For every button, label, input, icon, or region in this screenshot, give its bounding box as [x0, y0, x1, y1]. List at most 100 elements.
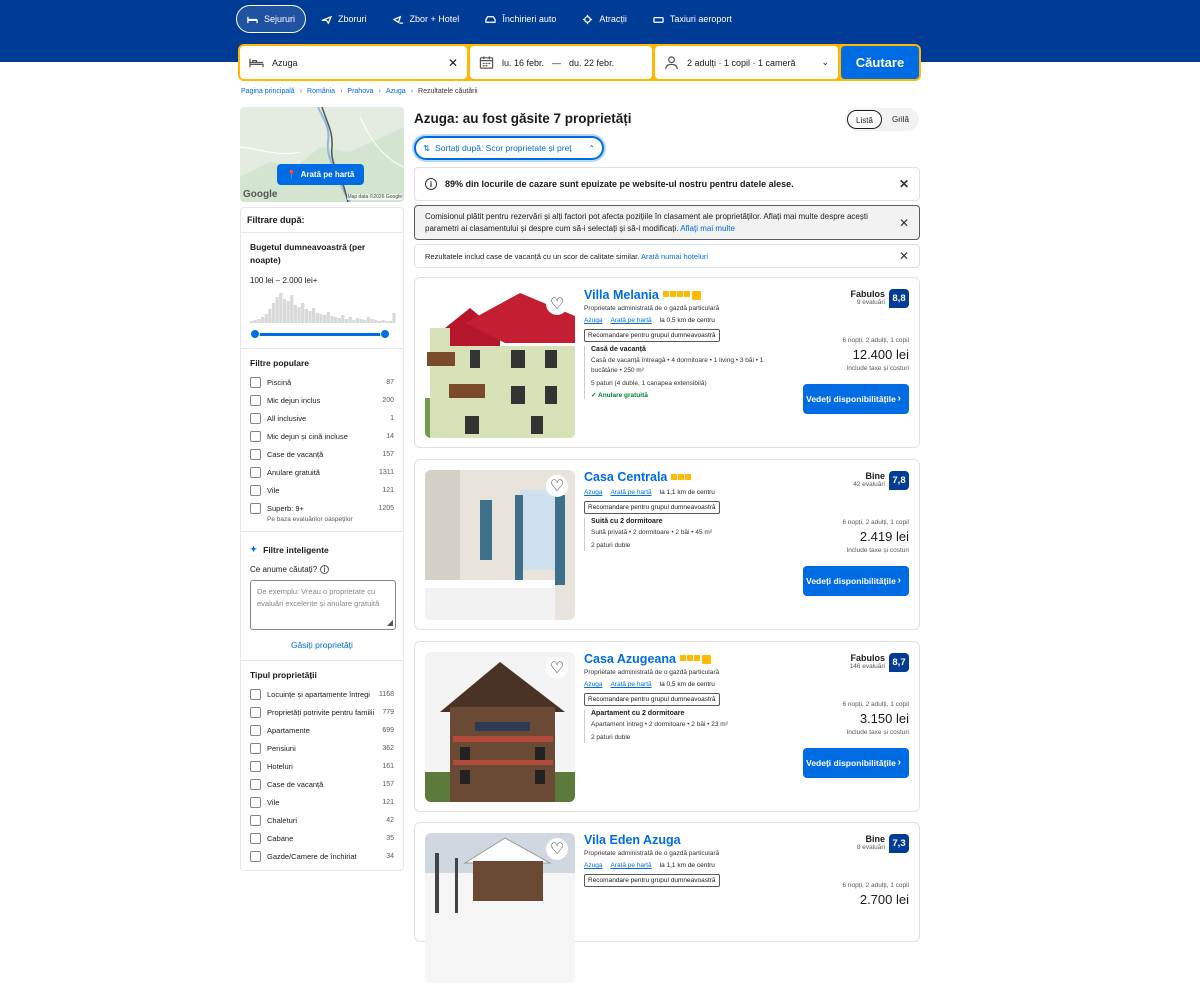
info-icon[interactable]: i — [320, 565, 330, 574]
show-on-map-link[interactable]: Arată pe hartă — [610, 317, 651, 324]
filter-option[interactable]: Case de vacanță 157 — [250, 779, 394, 790]
filter-option[interactable]: Vile 121 — [250, 485, 394, 496]
filter-option[interactable]: Piscină 87 — [250, 377, 394, 388]
tab-flight-hotel[interactable]: Zbor + Hotel — [382, 5, 471, 33]
info-icon: i — [425, 178, 437, 190]
find-properties-link[interactable]: Găsiți proprietăți — [250, 640, 394, 650]
checkbox[interactable] — [250, 413, 261, 424]
checkbox[interactable] — [250, 449, 261, 460]
list-view-button[interactable]: Listă — [847, 110, 882, 129]
filter-option[interactable]: Cabane 35 — [250, 833, 394, 844]
checkbox[interactable] — [250, 833, 261, 844]
save-heart-icon[interactable]: ♡ — [546, 475, 568, 497]
histogram-bar — [297, 307, 301, 323]
price-block: 6 nopți, 2 adulți, 1 copil 2.700 lei — [843, 882, 910, 907]
review-score[interactable]: Fabulos 146 evaluări 8,7 — [850, 653, 909, 672]
tab-stays[interactable]: Sejururi — [236, 5, 307, 33]
room-info: Apartament cu 2 dormitoare Apartament în… — [584, 710, 784, 743]
checkbox[interactable] — [250, 377, 261, 388]
budget-range: 100 lei – 2.000 lei+ — [250, 276, 318, 285]
show-on-map-button[interactable]: 📍 Arată pe hartă — [277, 164, 364, 185]
town-link[interactable]: Azuga — [584, 317, 602, 324]
map-preview[interactable]: 📍 Arată pe hartă Google Map data ©2026 G… — [240, 107, 404, 202]
save-heart-icon[interactable]: ♡ — [546, 838, 568, 860]
checkbox[interactable] — [250, 431, 261, 442]
show-on-map-link[interactable]: Arată pe hartă — [610, 489, 651, 496]
filter-count: 14 — [386, 433, 394, 440]
checkbox[interactable] — [250, 467, 261, 478]
filter-option[interactable]: Case de vacanță 157 — [250, 449, 394, 460]
filter-label: Superb: 9+ — [267, 504, 304, 513]
checkbox[interactable] — [250, 503, 261, 514]
filter-count: 200 — [382, 397, 394, 404]
filter-option[interactable]: Anulare gratuită 1311 — [250, 467, 394, 478]
filter-option[interactable]: Mic dejun și cină incluse 14 — [250, 431, 394, 442]
sort-dropdown[interactable]: ⇅ Sortați după: Scor proprietate și preț… — [414, 136, 604, 160]
breadcrumb-region[interactable]: Prahova — [347, 88, 373, 95]
tab-flights[interactable]: Zboruri — [310, 5, 378, 33]
histogram-bar — [370, 319, 374, 323]
show-on-map-link[interactable]: Arată pe hartă — [610, 681, 651, 688]
close-icon[interactable]: ✕ — [899, 249, 909, 263]
star-rating-icon — [671, 474, 692, 480]
taxes-note: Include taxe și costuri — [846, 365, 909, 372]
save-heart-icon[interactable]: ♡ — [546, 293, 568, 315]
review-score[interactable]: Bine 8 evaluări 7,3 — [857, 834, 909, 853]
checkbox[interactable] — [250, 485, 261, 496]
tab-attractions[interactable]: Atracții — [571, 5, 638, 33]
filter-option[interactable]: Vile 121 — [250, 797, 394, 808]
filter-count: 1311 — [378, 469, 394, 476]
checkbox[interactable] — [250, 815, 261, 826]
checkbox[interactable] — [250, 395, 261, 406]
checkbox[interactable] — [250, 779, 261, 790]
occupancy-field[interactable]: 2 adulți · 1 copil · 1 cameră ⌄ — [655, 46, 838, 79]
filter-option[interactable]: Mic dejun inclus 200 — [250, 395, 394, 406]
clear-destination-icon[interactable]: ✕ — [448, 56, 458, 70]
checkbox[interactable] — [250, 797, 261, 808]
show-on-map-link[interactable]: Arată pe hartă — [610, 862, 651, 869]
dates-field[interactable]: lu. 16 febr. — du. 22 febr. — [470, 46, 652, 79]
plane-bed-icon — [392, 15, 403, 24]
close-icon[interactable]: ✕ — [899, 177, 909, 191]
town-link[interactable]: Azuga — [584, 489, 602, 496]
show-hotels-only-link[interactable]: Arată numai hoteluri — [641, 252, 708, 261]
town-link[interactable]: Azuga — [584, 681, 602, 688]
review-score[interactable]: Bine 42 evaluări 7,8 — [853, 471, 909, 490]
filter-option[interactable]: Chaleturi 42 — [250, 815, 394, 826]
search-button[interactable]: Căutare — [841, 46, 919, 79]
slider-max-handle[interactable] — [380, 329, 390, 339]
learn-more-link[interactable]: Aflați mai multe — [680, 224, 735, 233]
checkbox[interactable] — [250, 689, 261, 700]
checkbox[interactable] — [250, 761, 261, 772]
checkbox[interactable] — [250, 707, 261, 718]
filter-option[interactable]: Pensiuni 362 — [250, 743, 394, 754]
search-bar: Azuga ✕ lu. 16 febr. — du. 22 febr. 2 ad… — [238, 44, 921, 81]
filter-option[interactable]: Gazde/Camere de închiriat 34 — [250, 851, 394, 862]
slider-min-handle[interactable] — [250, 329, 260, 339]
tab-airport-taxis[interactable]: Taxiuri aeroport — [642, 5, 743, 33]
tab-car-rental[interactable]: Închirieri auto — [474, 5, 567, 33]
checkbox[interactable] — [250, 851, 261, 862]
filter-option[interactable]: Proprietăți potrivite pentru familii 779 — [250, 707, 394, 718]
town-link[interactable]: Azuga — [584, 862, 602, 869]
breadcrumb-home[interactable]: Pagina principală — [241, 88, 295, 95]
checkbox[interactable] — [250, 725, 261, 736]
destination-field[interactable]: Azuga ✕ — [240, 46, 467, 79]
review-score[interactable]: Fabulos 9 evaluări 8,8 — [850, 289, 909, 308]
grid-view-button[interactable]: Grilă — [884, 110, 917, 129]
budget-slider[interactable] — [250, 328, 394, 340]
smart-filters-input[interactable]: De exemplu: Vreau o proprietate cu evalu… — [250, 580, 396, 630]
save-heart-icon[interactable]: ♡ — [546, 657, 568, 679]
filter-option[interactable]: Hoteluri 161 — [250, 761, 394, 772]
close-icon[interactable]: ✕ — [899, 217, 909, 229]
filter-option[interactable]: All inclusive 1 — [250, 413, 394, 424]
see-availability-button[interactable]: Vedeți disponibilitățile › — [803, 384, 909, 414]
checkbox[interactable] — [250, 743, 261, 754]
see-availability-button[interactable]: Vedeți disponibilitățile › — [803, 566, 909, 596]
breadcrumb-city[interactable]: Azuga — [386, 88, 406, 95]
filter-option[interactable]: Superb: 9+ 1205 — [250, 503, 394, 514]
filter-option[interactable]: Apartamente 699 — [250, 725, 394, 736]
see-availability-button[interactable]: Vedeți disponibilitățile › — [803, 748, 909, 778]
breadcrumb-country[interactable]: România — [307, 88, 335, 95]
filter-option[interactable]: Locuințe și apartamente întregi 1168 — [250, 689, 394, 700]
